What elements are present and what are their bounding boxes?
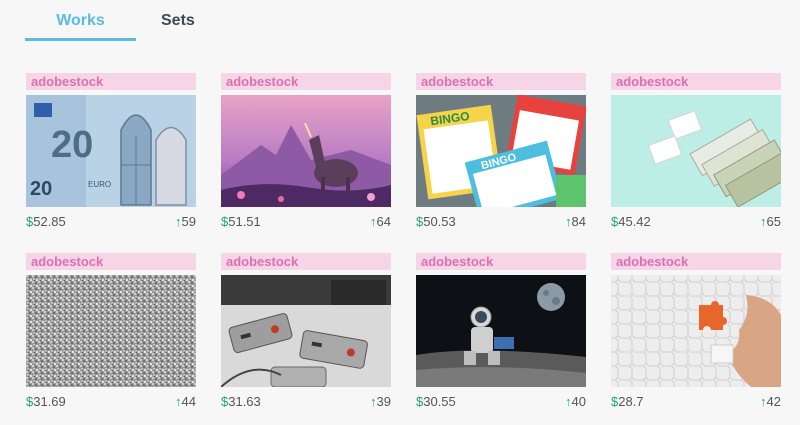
tab-sets[interactable]: Sets (161, 10, 203, 32)
votes-count: ↑39 (370, 394, 391, 409)
work-card[interactable]: adobestock 20 20 EURO $52.85 ↑59 (26, 73, 196, 233)
work-thumbnail[interactable] (611, 95, 781, 207)
source-tag: adobestock (26, 253, 196, 270)
active-tab-indicator (25, 38, 136, 41)
price-label: $52.85 (26, 214, 66, 229)
work-card[interactable]: adobestock $45.42 ↑65 (611, 73, 781, 233)
work-thumbnail[interactable] (611, 275, 781, 387)
votes-count: ↑44 (175, 394, 196, 409)
work-thumbnail[interactable] (26, 275, 196, 387)
bingo-cards-image: BINGO BINGO (416, 95, 586, 207)
price-label: $31.69 (26, 394, 66, 409)
source-tag: adobestock (221, 73, 391, 90)
votes-count: ↑42 (760, 394, 781, 409)
euro-banknote-image: 20 20 EURO (26, 95, 196, 207)
work-card[interactable]: adobestock $28.7 ↑42 (611, 253, 781, 413)
source-tag: adobestock (611, 73, 781, 90)
work-thumbnail[interactable] (221, 275, 391, 387)
svg-text:20: 20 (51, 124, 93, 166)
votes-count: ↑64 (370, 214, 391, 229)
work-thumbnail[interactable] (221, 95, 391, 207)
price-label: $30.55 (416, 394, 456, 409)
source-tag: adobestock (416, 73, 586, 90)
votes-count: ↑40 (565, 394, 586, 409)
unicorn-landscape-image (221, 95, 391, 207)
work-card[interactable]: adobestock BINGO BINGO $50.53 ↑84 (416, 73, 586, 233)
price-label: $51.51 (221, 214, 261, 229)
votes-count: ↑59 (175, 214, 196, 229)
work-thumbnail[interactable]: 20 20 EURO (26, 95, 196, 207)
tab-works[interactable]: Works (25, 10, 136, 32)
game-controllers-image (221, 275, 391, 387)
tab-bar: Works Sets (25, 0, 325, 42)
source-tag: adobestock (221, 253, 391, 270)
votes-count: ↑65 (760, 214, 781, 229)
svg-text:20: 20 (30, 178, 52, 200)
work-card[interactable]: adobestock $31.69 ↑44 (26, 253, 196, 413)
price-label: $45.42 (611, 214, 651, 229)
work-card[interactable]: adobestock $31.63 ↑39 (221, 253, 391, 413)
work-card[interactable]: adobestock $30.55 ↑40 (416, 253, 586, 413)
source-tag: adobestock (26, 73, 196, 90)
work-thumbnail[interactable]: BINGO BINGO (416, 95, 586, 207)
dollar-bills-image (611, 95, 781, 207)
jigsaw-puzzle-image (611, 275, 781, 387)
work-thumbnail[interactable] (416, 275, 586, 387)
price-label: $31.63 (221, 394, 261, 409)
astronaut-moon-image (416, 275, 586, 387)
price-label: $50.53 (416, 214, 456, 229)
svg-text:EURO: EURO (88, 180, 111, 189)
votes-count: ↑84 (565, 214, 586, 229)
work-card[interactable]: adobestock $51.51 ↑64 (221, 73, 391, 233)
static-noise-image (26, 275, 196, 387)
price-label: $28.7 (611, 394, 644, 409)
source-tag: adobestock (611, 253, 781, 270)
source-tag: adobestock (416, 253, 586, 270)
